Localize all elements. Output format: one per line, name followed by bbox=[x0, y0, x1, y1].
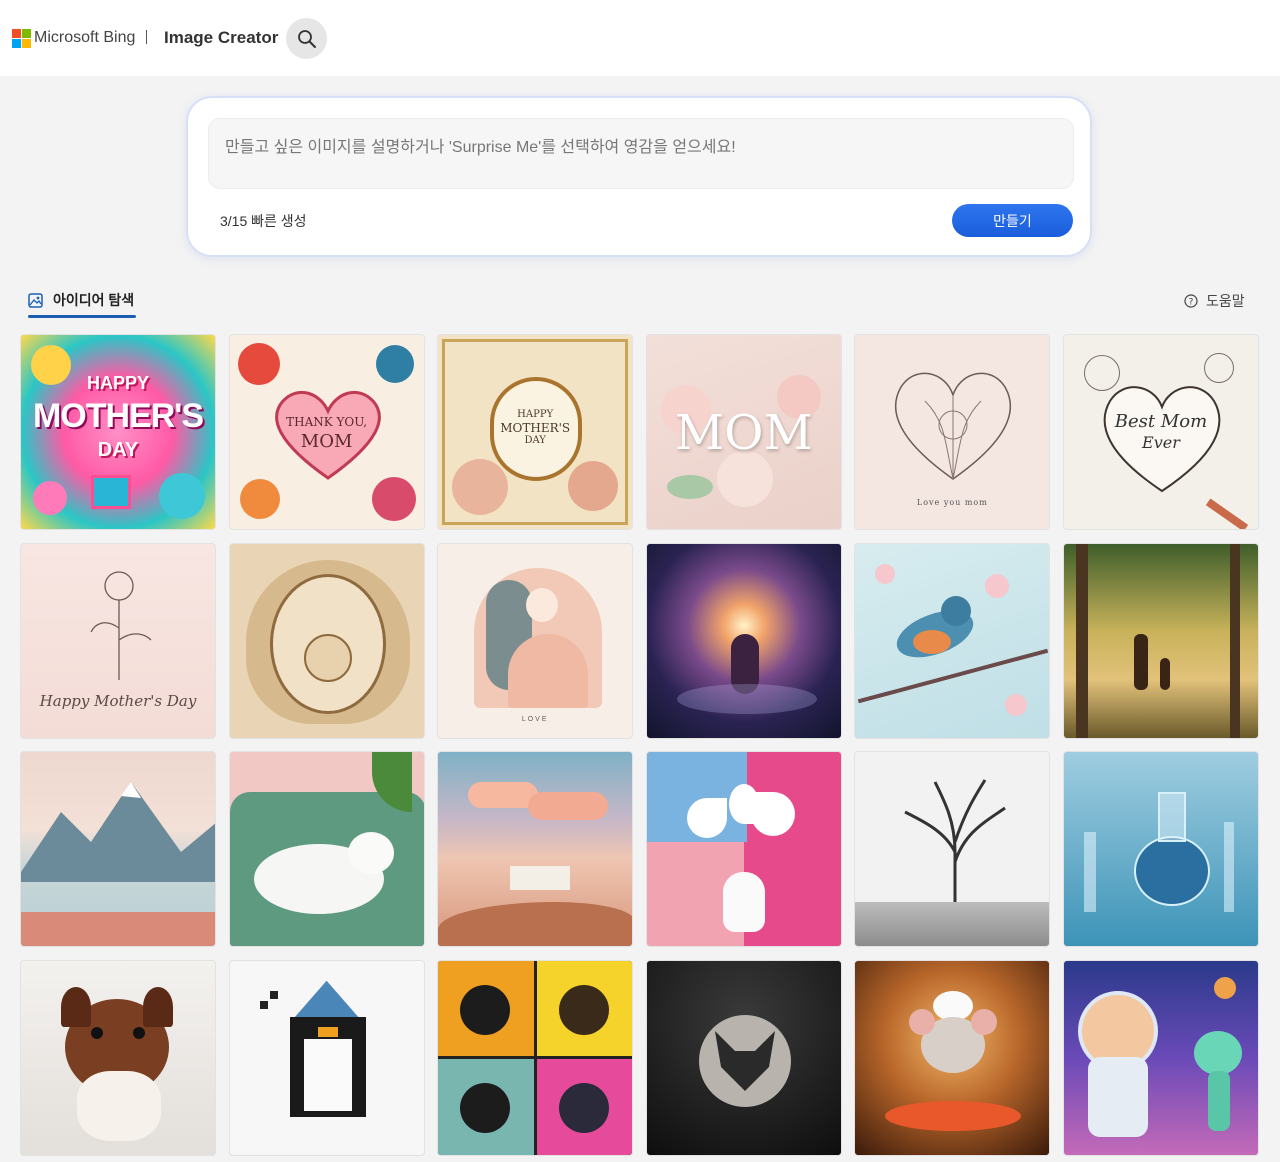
tile-love-you-mom-heart-sketch[interactable]: Love you mom bbox=[854, 334, 1051, 530]
header-divider bbox=[146, 30, 147, 44]
tab-underline bbox=[28, 315, 136, 318]
tile-mom-paper-flowers[interactable]: MOM bbox=[645, 334, 842, 530]
tile-thank-you-mom-heart[interactable]: THANK YOU, MOM bbox=[228, 334, 425, 530]
tile-pop-art-chihuahuas[interactable] bbox=[437, 959, 634, 1156]
tile-vintage-mothers-day-frame[interactable]: HAPPY MOTHER'S DAY bbox=[437, 334, 634, 530]
tile-text: Love you mom bbox=[916, 498, 988, 507]
tile-fox-logo[interactable] bbox=[645, 959, 842, 1156]
tile-text: MOTHER'S bbox=[500, 421, 571, 435]
tile-paper-cut-mother-child[interactable] bbox=[228, 542, 425, 739]
tile-text: MOM bbox=[674, 405, 813, 461]
tile-ink-tree-forest[interactable] bbox=[854, 751, 1051, 948]
image-grid: HAPPY MOTHER'S DAY THANK YOU, MOM HAPPY … bbox=[20, 334, 1259, 1156]
tile-blue-flask[interactable] bbox=[1062, 751, 1259, 948]
tile-space-kid-alien[interactable] bbox=[1062, 959, 1259, 1156]
tile-text: MOTHER'S bbox=[32, 397, 204, 435]
tile-pixel-penguin-wizard[interactable] bbox=[228, 959, 425, 1156]
tile-text: LOVE bbox=[521, 715, 549, 723]
tile-text: Happy Mother's Day bbox=[39, 691, 197, 710]
tile-text: HAPPY bbox=[517, 409, 554, 420]
tile-fluffy-puppy[interactable] bbox=[20, 959, 216, 1156]
help-link[interactable]: ? 도움말 bbox=[1184, 291, 1245, 311]
tile-forest-walk-painting[interactable] bbox=[1062, 542, 1259, 739]
tile-mother-baby-illustration[interactable]: LOVE bbox=[437, 542, 634, 739]
tile-mouse-chef[interactable] bbox=[854, 959, 1051, 1156]
tile-text: Ever bbox=[1142, 433, 1180, 452]
header: Microsoft Bing Image Creator bbox=[0, 0, 1280, 76]
tile-text: THANK YOU, bbox=[286, 415, 368, 429]
tile-mountain-lake-painting[interactable] bbox=[20, 751, 216, 948]
help-label: 도움말 bbox=[1206, 293, 1245, 309]
brand-name[interactable]: Microsoft Bing bbox=[34, 29, 135, 47]
tile-text: MOM bbox=[300, 431, 353, 452]
search-icon bbox=[297, 29, 316, 48]
prompt-input[interactable] bbox=[208, 118, 1074, 189]
tab-label: 아이디어 탐색 bbox=[53, 292, 135, 308]
tile-text: DAY bbox=[524, 435, 546, 446]
create-button[interactable]: 만들기 bbox=[952, 204, 1073, 237]
tile-best-mom-ever-heart[interactable]: Best Mom Ever bbox=[1062, 334, 1259, 530]
app-title[interactable]: Image Creator bbox=[164, 28, 278, 48]
tile-happy-mothers-day-colorful[interactable]: HAPPY MOTHER'S DAY bbox=[20, 334, 216, 530]
tile-text: DAY bbox=[97, 439, 139, 461]
svg-text:?: ? bbox=[1189, 298, 1194, 308]
tile-text: HAPPY bbox=[86, 373, 149, 393]
tile-cosmic-mother-child[interactable] bbox=[645, 542, 842, 739]
microsoft-logo-icon[interactable] bbox=[12, 29, 31, 48]
tile-bird-cherry-blossom[interactable] bbox=[854, 542, 1051, 739]
image-icon bbox=[28, 293, 43, 308]
search-button[interactable] bbox=[286, 18, 327, 59]
tile-text: Best Mom bbox=[1114, 411, 1208, 432]
tile-rose-line-art[interactable]: Happy Mother's Day bbox=[20, 542, 216, 739]
tile-white-cat-sofa[interactable] bbox=[228, 751, 425, 948]
tile-calla-lily-vase[interactable] bbox=[645, 751, 842, 948]
tile-desert-house-clouds[interactable] bbox=[437, 751, 634, 948]
boost-count: 3/15 빠른 생성 bbox=[220, 213, 307, 229]
prompt-card: 3/15 빠른 생성 만들기 bbox=[186, 96, 1092, 257]
question-circle-icon: ? bbox=[1184, 294, 1198, 308]
